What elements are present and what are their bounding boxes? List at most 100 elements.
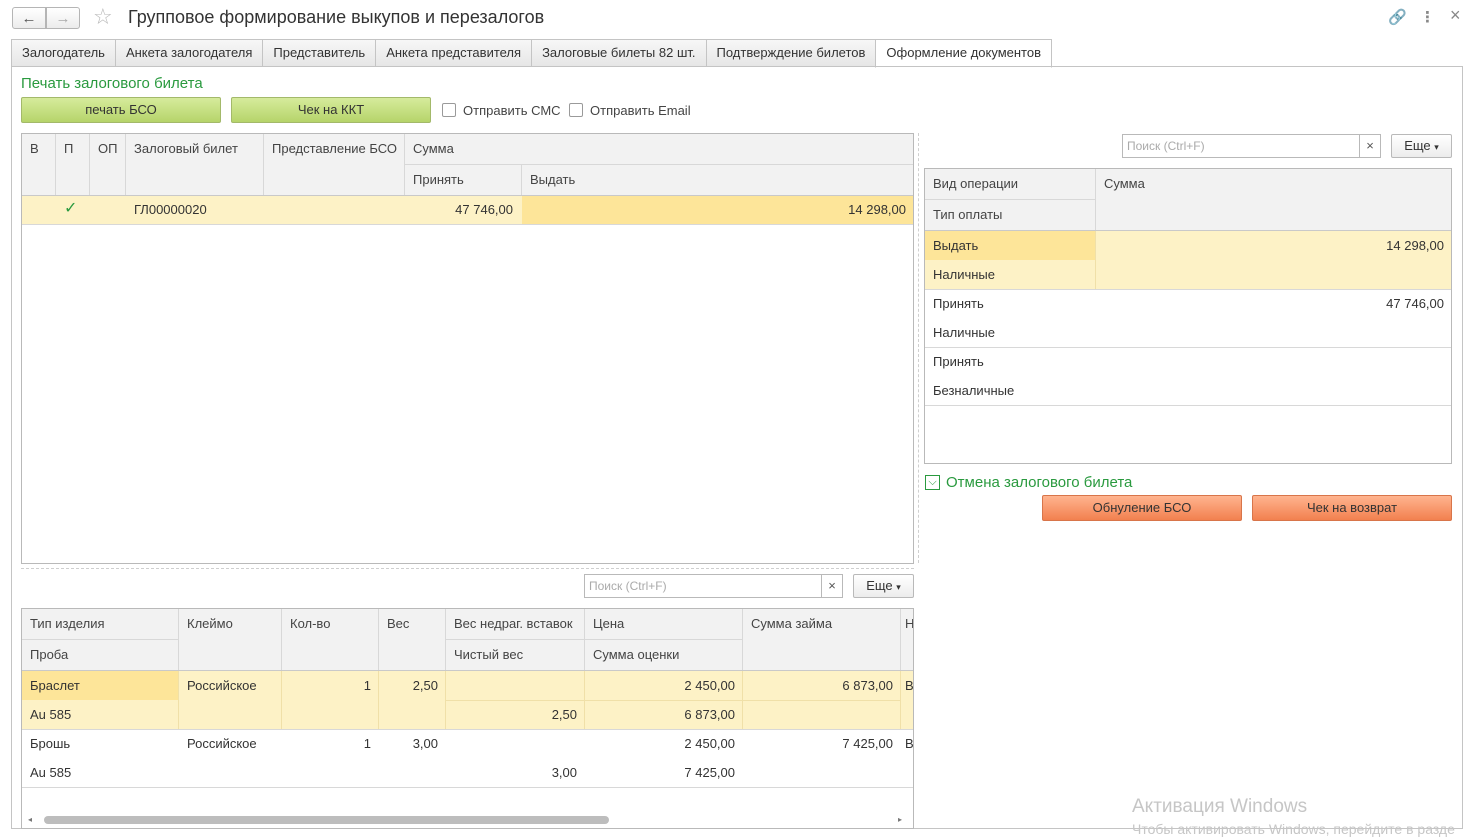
col-header-ticket[interactable]: Залоговый билет bbox=[126, 134, 263, 163]
send-email-checkbox[interactable] bbox=[569, 103, 583, 117]
col-header-pay-type[interactable]: Тип оплаты bbox=[925, 200, 1095, 229]
scroll-thumb[interactable] bbox=[44, 816, 609, 824]
horizontal-splitter[interactable] bbox=[21, 568, 914, 569]
kkt-receipt-button[interactable]: Чек на ККТ bbox=[231, 97, 431, 123]
assay-cell: Au 585 bbox=[30, 765, 72, 780]
col-header-insert-weight[interactable]: Вес недраг. вставок bbox=[446, 609, 585, 638]
print-section-title: Печать залогового билета bbox=[21, 75, 203, 92]
dropdown-arrow-icon: ▾ bbox=[1434, 142, 1439, 152]
activation-watermark-text: Чтобы активировать Windows, перейдите в … bbox=[1132, 821, 1455, 837]
tab-pledger[interactable]: Залогодатель bbox=[11, 39, 115, 67]
tab-representative[interactable]: Представитель bbox=[262, 39, 376, 67]
tab-documents[interactable]: Оформление документов bbox=[875, 39, 1053, 68]
refund-receipt-button[interactable]: Чек на возврат bbox=[1252, 495, 1452, 521]
scroll-left-icon[interactable]: ◂ bbox=[28, 815, 32, 825]
col-header-extra[interactable]: Н bbox=[901, 609, 913, 638]
assay-cell: Au 585 bbox=[30, 707, 72, 722]
appraisal-cell: 7 425,00 bbox=[684, 765, 735, 780]
col-header-assay[interactable]: Проба bbox=[22, 640, 179, 669]
print-bso-button[interactable]: печать БСО bbox=[21, 97, 221, 123]
operations-table[interactable]: Вид операции Тип оплаты Сумма Выдать Нал… bbox=[924, 168, 1452, 464]
hallmark-cell: Российское bbox=[187, 736, 257, 751]
qty-cell: 1 bbox=[363, 736, 371, 751]
col-header-ops-sum[interactable]: Сумма bbox=[1096, 169, 1451, 198]
col-header-weight[interactable]: Вес bbox=[379, 609, 446, 638]
menu-icon[interactable]: ⋮ bbox=[1420, 8, 1435, 26]
loan-cell: 6 873,00 bbox=[842, 678, 893, 693]
items-more-button[interactable]: Еще ▾ bbox=[853, 574, 914, 598]
forward-button[interactable]: → bbox=[46, 7, 80, 29]
arrow-left-icon: ← bbox=[21, 9, 37, 27]
col-header-net-weight[interactable]: Чистый вес bbox=[446, 640, 585, 669]
col-header-hallmark[interactable]: Клеймо bbox=[179, 609, 282, 638]
send-email-label: Отправить Email bbox=[590, 103, 691, 118]
col-header-v[interactable]: В bbox=[22, 134, 56, 163]
op-cell: Принять bbox=[933, 296, 984, 311]
col-header-price[interactable]: Цена bbox=[585, 609, 743, 638]
activation-watermark-title: Активация Windows bbox=[1132, 796, 1308, 817]
tab-representative-form[interactable]: Анкета представителя bbox=[375, 39, 532, 67]
col-header-qty[interactable]: Кол-во bbox=[282, 609, 379, 638]
collapse-chevron-icon[interactable]: ⌵ bbox=[925, 475, 940, 490]
item-type-cell: Брошь bbox=[30, 736, 71, 751]
ops-more-button[interactable]: Еще ▾ bbox=[1391, 134, 1452, 158]
col-header-loan[interactable]: Сумма займа bbox=[743, 609, 901, 638]
col-header-accept[interactable]: Принять bbox=[405, 165, 521, 194]
col-header-op-type[interactable]: Вид операции bbox=[925, 169, 1095, 198]
send-sms-label: Отправить СМС bbox=[463, 103, 561, 118]
extra-cell: В bbox=[905, 678, 914, 693]
tab-bar: Залогодатель Анкета залогодателя Предста… bbox=[11, 39, 1053, 68]
weight-cell: 2,50 bbox=[412, 678, 438, 693]
items-search-clear-icon[interactable]: × bbox=[821, 574, 843, 598]
hallmark-cell: Российское bbox=[187, 678, 257, 693]
cancel-section-title[interactable]: Отмена залогового билета bbox=[946, 474, 1132, 491]
loan-cell: 7 425,00 bbox=[842, 736, 893, 751]
price-cell: 2 450,00 bbox=[684, 736, 735, 751]
sum-cell: 47 746,00 bbox=[1386, 296, 1444, 311]
tab-pledger-form[interactable]: Анкета залогодателя bbox=[114, 39, 263, 67]
ops-search-clear-icon[interactable]: × bbox=[1359, 134, 1381, 158]
tickets-table[interactable]: В П ОП Залоговый билет Представление БСО… bbox=[21, 133, 914, 564]
col-header-p[interactable]: П bbox=[56, 134, 90, 163]
net-weight-cell: 2,50 bbox=[551, 707, 577, 722]
op-cell: Принять bbox=[933, 354, 984, 369]
send-sms-checkbox[interactable] bbox=[442, 103, 456, 117]
items-table[interactable]: Тип изделия Проба Клеймо Кол-во Вес Вес … bbox=[21, 608, 914, 829]
price-cell: 2 450,00 bbox=[684, 678, 735, 693]
scroll-right-icon[interactable]: ▸ bbox=[898, 815, 902, 825]
reset-bso-button[interactable]: Обнуление БСО bbox=[1042, 495, 1242, 521]
horizontal-scrollbar[interactable]: ◂ ▸ bbox=[22, 815, 913, 825]
col-header-sum[interactable]: Сумма bbox=[405, 134, 913, 163]
net-weight-cell: 3,00 bbox=[551, 765, 577, 780]
items-more-label: Еще bbox=[866, 578, 893, 593]
item-type-cell: Браслет bbox=[30, 678, 80, 693]
tab-ticket-confirmation[interactable]: Подтверждение билетов bbox=[705, 39, 876, 67]
tab-pledge-tickets[interactable]: Залоговые билеты 82 шт. bbox=[531, 39, 706, 67]
check-icon[interactable]: ✓ bbox=[56, 196, 90, 222]
op-cell: Выдать bbox=[933, 238, 979, 253]
link-icon[interactable]: 🔗 bbox=[1388, 8, 1407, 26]
sum-cell: 14 298,00 bbox=[1386, 238, 1444, 253]
issue-cell: 14 298,00 bbox=[848, 202, 906, 217]
dropdown-arrow-icon: ▾ bbox=[896, 582, 901, 592]
pay-cell: Наличные bbox=[933, 267, 995, 282]
col-header-appraisal[interactable]: Сумма оценки bbox=[585, 640, 743, 669]
vertical-splitter[interactable] bbox=[918, 133, 919, 563]
ticket-cell: ГЛ00000020 bbox=[134, 202, 207, 217]
close-icon[interactable]: × bbox=[1450, 5, 1461, 26]
col-header-bso[interactable]: Представление БСО bbox=[264, 134, 404, 163]
weight-cell: 3,00 bbox=[412, 736, 438, 751]
appraisal-cell: 6 873,00 bbox=[684, 707, 735, 722]
window-title: Групповое формирование выкупов и перезал… bbox=[128, 7, 545, 27]
ops-search-input[interactable]: Поиск (Ctrl+F) bbox=[1122, 134, 1360, 158]
pay-cell: Наличные bbox=[933, 325, 995, 340]
col-header-item-type[interactable]: Тип изделия bbox=[22, 609, 179, 638]
star-icon[interactable]: ☆ bbox=[93, 5, 113, 29]
col-header-issue[interactable]: Выдать bbox=[522, 165, 913, 194]
items-search-input[interactable]: Поиск (Ctrl+F) bbox=[584, 574, 822, 598]
arrow-right-icon: → bbox=[55, 9, 71, 27]
col-header-op[interactable]: ОП bbox=[90, 134, 125, 163]
back-button[interactable]: ← bbox=[12, 7, 46, 29]
extra-cell: В bbox=[905, 736, 914, 751]
qty-cell: 1 bbox=[363, 678, 371, 693]
